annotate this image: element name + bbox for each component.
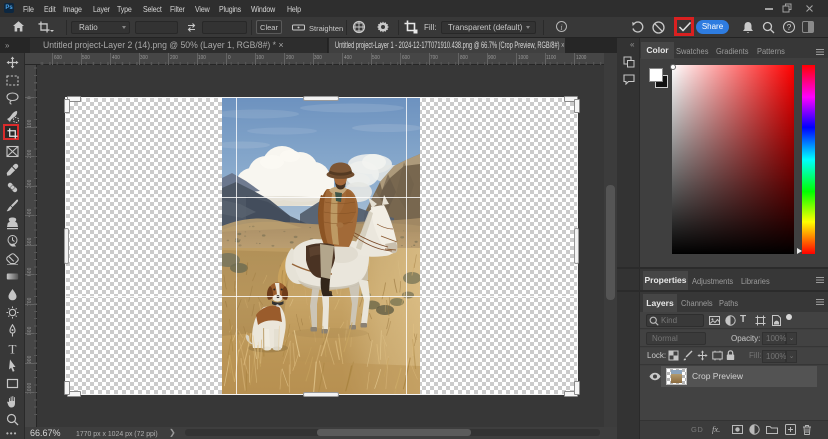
svg-text:T: T — [9, 342, 17, 355]
